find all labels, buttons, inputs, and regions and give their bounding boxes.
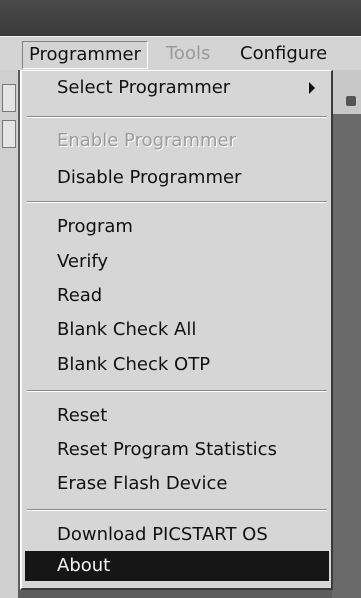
menu-item-blank-check-otp[interactable]: Blank Check OTP [25,350,329,380]
menu-tools[interactable]: Tools [160,41,216,67]
menu-separator [27,201,327,203]
menu-configure[interactable]: Configure [234,41,333,67]
menu-separator [27,390,327,392]
menu-item-label: Select Programmer [57,77,231,98]
window-title-strip [0,0,361,36]
menu-separator [27,116,327,118]
menu-item-label: Read [57,285,103,306]
menu-item-label: Reset Program Statistics [57,439,277,460]
toolbar-fragment [332,70,361,114]
menu-item-blank-check-all[interactable]: Blank Check All [25,315,329,345]
menu-item-erase-flash-device[interactable]: Erase Flash Device [25,469,329,499]
menu-item-program[interactable]: Program [25,212,329,242]
left-edge-control [2,84,16,112]
programmer-dropdown-menu: Select Programmer Enable Programmer Disa… [20,70,333,590]
left-edge-control [2,120,16,148]
menu-item-label: Enable Programmer [57,130,236,151]
menu-item-label: Disable Programmer [57,167,242,188]
app-background-left [0,70,18,598]
app-background-right [332,70,361,598]
chevron-right-icon [309,82,315,94]
menu-item-label: About [57,555,111,576]
toolbar-glyph-icon [346,96,356,106]
menu-item-label: Erase Flash Device [57,473,228,494]
menu-item-label: Verify [57,251,109,272]
menu-item-about[interactable]: About [25,551,329,581]
menu-item-label: Download PICSTART OS [57,524,268,545]
menu-bar: Programmer Tools Configure [0,36,361,70]
menu-item-verify[interactable]: Verify [25,247,329,277]
menu-item-reset[interactable]: Reset [25,401,329,431]
menu-item-disable-programmer[interactable]: Disable Programmer [25,163,329,193]
menu-item-read[interactable]: Read [25,281,329,311]
menu-item-select-programmer[interactable]: Select Programmer [25,73,329,103]
menu-item-reset-program-statistics[interactable]: Reset Program Statistics [25,435,329,465]
menu-item-label: Reset [57,405,108,426]
menu-item-enable-programmer: Enable Programmer [25,126,329,156]
menu-item-label: Program [57,216,133,237]
menu-item-label: Blank Check All [57,319,197,340]
menu-programmer[interactable]: Programmer [22,41,148,69]
menu-item-label: Blank Check OTP [57,354,211,375]
menu-item-download-picstart-os[interactable]: Download PICSTART OS [25,520,329,550]
menu-separator [27,509,327,511]
